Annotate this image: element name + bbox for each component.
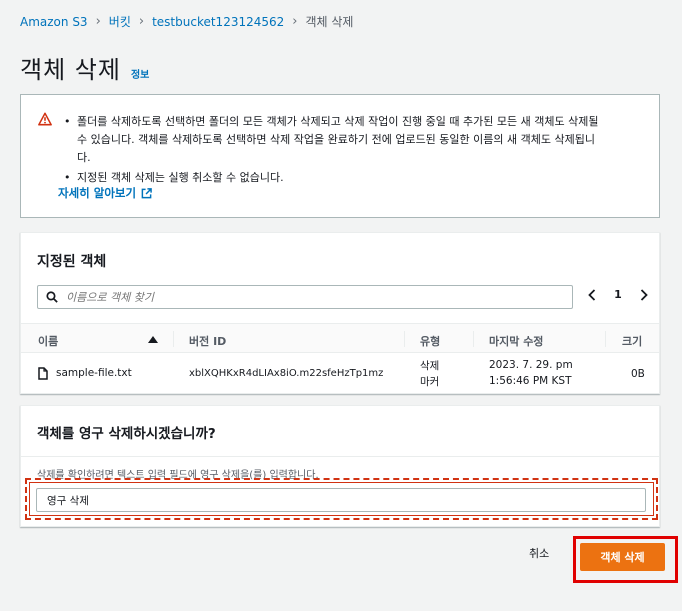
breadcrumb-current: 객체 삭제 bbox=[305, 15, 354, 29]
column-size[interactable]: 크기 bbox=[622, 333, 642, 349]
object-name: sample-file.txt bbox=[56, 367, 132, 379]
object-modified-line1: 2023. 7. 29. pm bbox=[489, 359, 573, 371]
column-divider bbox=[173, 331, 174, 347]
learn-more-link[interactable]: 자세히 알아보기 bbox=[58, 185, 152, 201]
object-modified-line2: 1:56:46 PM KST bbox=[489, 375, 572, 387]
sort-ascending-icon[interactable] bbox=[148, 336, 158, 343]
table-row: sample-file.txt xblXQHKxR4dLIAx8iO.m22sf… bbox=[21, 353, 659, 393]
breadcrumb: Amazon S3 › 버킷 › testbucket123124562 › 객… bbox=[20, 13, 353, 30]
chevron-left-icon[interactable] bbox=[587, 288, 597, 301]
confirm-input[interactable] bbox=[36, 488, 646, 512]
page-title: 객체 삭제 bbox=[20, 56, 121, 84]
breadcrumb-bucket[interactable]: testbucket123124562 bbox=[152, 15, 284, 29]
confirm-title: 객체를 영구 삭제하시겠습니까? bbox=[37, 426, 216, 442]
file-icon bbox=[38, 367, 48, 380]
search-icon bbox=[46, 291, 58, 303]
chevron-right-icon[interactable] bbox=[639, 288, 649, 301]
chevron-right-icon: › bbox=[292, 14, 298, 29]
column-version-id[interactable]: 버전 ID bbox=[189, 333, 226, 349]
column-divider bbox=[473, 331, 474, 347]
cancel-button[interactable]: 취소 bbox=[529, 545, 549, 561]
chevron-right-icon: › bbox=[138, 14, 145, 29]
highlight-box: 객체 삭제 bbox=[573, 536, 678, 583]
column-name[interactable]: 이름 bbox=[38, 333, 58, 349]
column-type[interactable]: 유형 bbox=[420, 333, 440, 349]
objects-panel-title: 지정된 객체 bbox=[37, 254, 107, 270]
specified-objects-panel: 지정된 객체 1 이름 버전 ID 유형 마지막 수정 크기 sample-fi… bbox=[20, 232, 660, 394]
warning-list: 폴더를 삭제하도록 선택하면 폴더의 모든 객체가 삭제되고 삭제 작업이 진행… bbox=[61, 113, 651, 189]
pagination: 1 bbox=[587, 288, 649, 301]
delete-objects-button[interactable]: 객체 삭제 bbox=[580, 543, 665, 571]
learn-more-label: 자세히 알아보기 bbox=[58, 186, 137, 200]
info-link[interactable]: 정보 bbox=[131, 66, 149, 81]
warning-icon bbox=[38, 112, 52, 126]
page-header: 객체 삭제 정보 bbox=[20, 50, 149, 85]
breadcrumb-s3[interactable]: Amazon S3 bbox=[20, 15, 88, 29]
column-divider bbox=[605, 331, 606, 347]
divider bbox=[21, 456, 659, 457]
column-last-modified[interactable]: 마지막 수정 bbox=[489, 333, 543, 349]
object-size: 0B bbox=[631, 368, 645, 380]
search-input[interactable] bbox=[66, 290, 546, 304]
breadcrumb-buckets[interactable]: 버킷 bbox=[109, 13, 131, 30]
object-type-line2: 마커 bbox=[420, 376, 440, 388]
external-link-icon bbox=[141, 187, 152, 198]
object-search[interactable] bbox=[37, 285, 573, 309]
page-number[interactable]: 1 bbox=[614, 288, 622, 301]
table-header: 이름 버전 ID 유형 마지막 수정 크기 bbox=[21, 323, 659, 353]
object-version-id: xblXQHKxR4dLIAx8iO.m22sfeHzTp1mz bbox=[189, 368, 384, 379]
chevron-right-icon: › bbox=[95, 14, 101, 29]
column-divider bbox=[404, 331, 405, 347]
warning-item-folder: 폴더를 삭제하도록 선택하면 폴더의 모든 객체가 삭제되고 삭제 작업이 진행… bbox=[61, 113, 651, 167]
object-type-line1: 삭제 bbox=[420, 360, 440, 372]
confirm-delete-panel: 객체를 영구 삭제하시겠습니까? 삭제를 확인하려면 텍스트 입력 필드에 영구… bbox=[20, 405, 660, 527]
